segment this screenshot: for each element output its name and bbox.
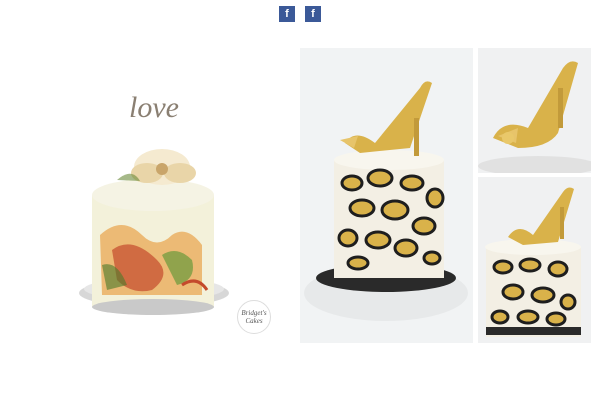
shoe-closeup-image <box>478 48 591 173</box>
gallery-photo-shoe-closeup[interactable] <box>478 48 591 173</box>
leopard-side-image <box>478 177 591 343</box>
cake-topper-text: love <box>129 91 179 124</box>
facebook-icon: f <box>285 8 289 20</box>
facebook-icon: f <box>311 8 315 20</box>
gallery-photo-leopard-cake[interactable] <box>300 48 473 343</box>
leopard-cake-image <box>300 48 473 343</box>
bakery-watermark-logo: Bridget's Cakes <box>237 300 271 334</box>
gallery-photo-leopard-side[interactable] <box>478 177 591 343</box>
share-button-2[interactable]: f <box>305 6 321 22</box>
share-button-1[interactable]: f <box>279 6 295 22</box>
